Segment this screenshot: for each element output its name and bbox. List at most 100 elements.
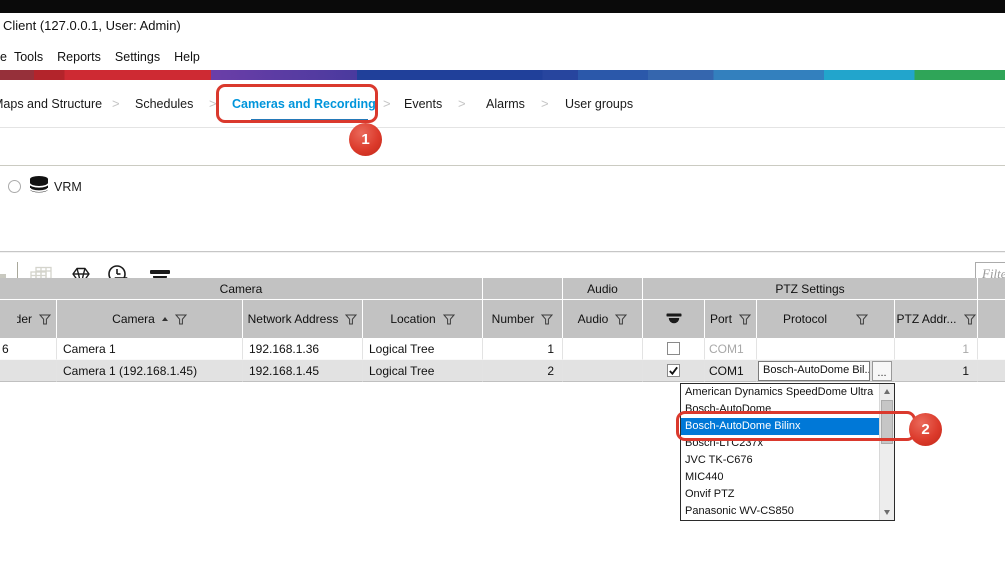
cell-audio (563, 338, 643, 360)
filter-funnel-icon[interactable] (443, 314, 455, 325)
group-camera: Camera (0, 278, 483, 300)
cell-ptz-enabled (643, 360, 705, 382)
header-audio[interactable]: Audio (563, 300, 643, 338)
nav-cameras-and-recording[interactable]: Cameras and Recording (232, 97, 376, 111)
header-number[interactable]: Number (483, 300, 563, 338)
menu-item-clipped[interactable]: e (0, 50, 7, 64)
protocol-editor[interactable]: Bosch-AutoDome Bil... (758, 361, 870, 381)
menu-item-settings[interactable]: Settings (115, 50, 160, 64)
section-separator-highlight (0, 252, 1005, 253)
filter-funnel-icon[interactable] (39, 314, 51, 325)
dropdown-item[interactable]: MIC440 (681, 469, 880, 486)
filter-funnel-icon[interactable] (615, 314, 627, 325)
filter-funnel-icon[interactable] (964, 314, 976, 325)
toolbar (0, 128, 1005, 166)
scroll-up-icon[interactable] (880, 384, 894, 399)
chevron-right-icon: > (112, 96, 120, 111)
header-dome-ptz[interactable] (643, 300, 705, 338)
annotation-badge-step2: 2 (909, 413, 942, 446)
cell-encoder: 6 (0, 338, 57, 360)
cell-number: 2 (483, 360, 563, 382)
dropdown-item[interactable]: American Dynamics SpeedDome Ultra (681, 384, 880, 401)
table-row[interactable]: 6 Camera 1 192.168.1.36 Logical Tree 1 C… (0, 338, 1005, 360)
header-network-address[interactable]: Network Address (243, 300, 363, 338)
dropdown-item[interactable]: Panasonic WV-CS850 (681, 503, 880, 520)
dropdown-item-selected[interactable]: Bosch-AutoDome Bilinx (681, 418, 880, 435)
menu-item-reports[interactable]: Reports (57, 50, 101, 64)
dropdown-item[interactable]: Onvif PTZ (681, 486, 880, 503)
header-location[interactable]: Location (363, 300, 483, 338)
chevron-right-icon: > (458, 96, 466, 111)
menu-item-help[interactable]: Help (174, 50, 200, 64)
cell-location: Logical Tree (363, 338, 483, 360)
header-protocol-label: Protocol (783, 312, 827, 326)
cell-audio (563, 360, 643, 382)
cell-ptz-address: 1 (895, 360, 978, 382)
header-encoder-label: Encoder (17, 312, 32, 326)
filter-funnel-icon[interactable] (175, 314, 187, 325)
header-network-label: Network Address (248, 312, 339, 326)
cell-location: Logical Tree (363, 360, 483, 382)
workflow-nav: Maps and Structure > Schedules > Cameras… (0, 85, 1005, 127)
cell-network-address: 192.168.1.45 (243, 360, 363, 382)
header-encoder[interactable]: Encoder (0, 300, 57, 338)
group-empty (483, 278, 563, 300)
cell-protocol (757, 338, 895, 360)
cell-camera: Camera 1 (57, 338, 243, 360)
cell-ptz-enabled (643, 338, 705, 360)
filter-funnel-icon[interactable] (739, 314, 751, 325)
vrm-radio-button[interactable] (8, 180, 21, 193)
cell-protocol: Bosch-AutoDome Bil... ... (757, 360, 895, 382)
dropdown-scrollbar[interactable] (879, 384, 894, 520)
nav-user-groups[interactable]: User groups (565, 97, 633, 111)
ptz-checkbox-unchecked[interactable] (667, 342, 680, 355)
group-ptz-settings: PTZ Settings (643, 278, 978, 300)
configuration-client-window: Client (127.0.0.1, User: Admin) e Tools … (0, 0, 1005, 563)
cell-port: COM1 (705, 338, 757, 360)
chevron-right-icon: > (541, 96, 549, 111)
database-icon (28, 175, 50, 195)
header-clipped (978, 300, 1005, 338)
scroll-down-icon[interactable] (880, 505, 894, 520)
table-header-row: Encoder Camera Network Address Location … (0, 300, 1005, 338)
menu-item-tools[interactable]: Tools (14, 50, 43, 64)
scrollbar-thumb[interactable] (881, 400, 893, 444)
header-camera[interactable]: Camera (57, 300, 243, 338)
protocol-dropdown: American Dynamics SpeedDome Ultra Bosch-… (680, 383, 895, 521)
dome-camera-icon (664, 312, 684, 327)
header-port[interactable]: Port (705, 300, 757, 338)
header-ptz-address[interactable]: PTZ Addr... (895, 300, 978, 338)
cell-clipped (978, 360, 1005, 382)
ptz-checkbox-checked[interactable] (667, 364, 680, 377)
cell-port: COM1 (705, 360, 757, 382)
nav-maps-and-structure[interactable]: Maps and Structure (0, 97, 102, 111)
group-audio: Audio (563, 278, 643, 300)
table-group-header-row: Camera Audio PTZ Settings (0, 278, 1005, 300)
dropdown-item[interactable]: Bosch-AutoDome (681, 401, 880, 418)
nav-alarms[interactable]: Alarms (486, 97, 525, 111)
camera-table: Camera Audio PTZ Settings Encoder Camera… (0, 278, 1005, 382)
cell-clipped (978, 338, 1005, 360)
nav-events[interactable]: Events (404, 97, 442, 111)
menu-bar: e Tools Reports Settings Help (0, 48, 214, 66)
protocol-more-button[interactable]: ... (872, 361, 892, 381)
chevron-right-icon: > (383, 96, 391, 111)
header-protocol[interactable]: Protocol (757, 300, 895, 338)
chevron-right-icon: > (209, 96, 217, 111)
header-number-label: Number (492, 312, 535, 326)
filter-funnel-icon[interactable] (856, 314, 868, 325)
table-row-selected[interactable]: Camera 1 (192.168.1.45) 192.168.1.45 Log… (0, 360, 1005, 382)
sort-ascending-icon (162, 317, 168, 321)
brand-gradient-bar (0, 70, 1005, 80)
header-ptz-address-label: PTZ Addr... (896, 312, 956, 326)
nav-schedules[interactable]: Schedules (135, 97, 193, 111)
filter-funnel-icon[interactable] (541, 314, 553, 325)
header-port-label: Port (710, 312, 732, 326)
vrm-label[interactable]: VRM (54, 180, 82, 194)
header-camera-label: Camera (112, 312, 155, 326)
dropdown-item[interactable]: JVC TK-C676 (681, 452, 880, 469)
header-location-label: Location (390, 312, 435, 326)
dropdown-item[interactable]: Bosch-LTC237x (681, 435, 880, 452)
filter-funnel-icon[interactable] (345, 314, 357, 325)
toolbar-bottom-line (0, 165, 1005, 166)
